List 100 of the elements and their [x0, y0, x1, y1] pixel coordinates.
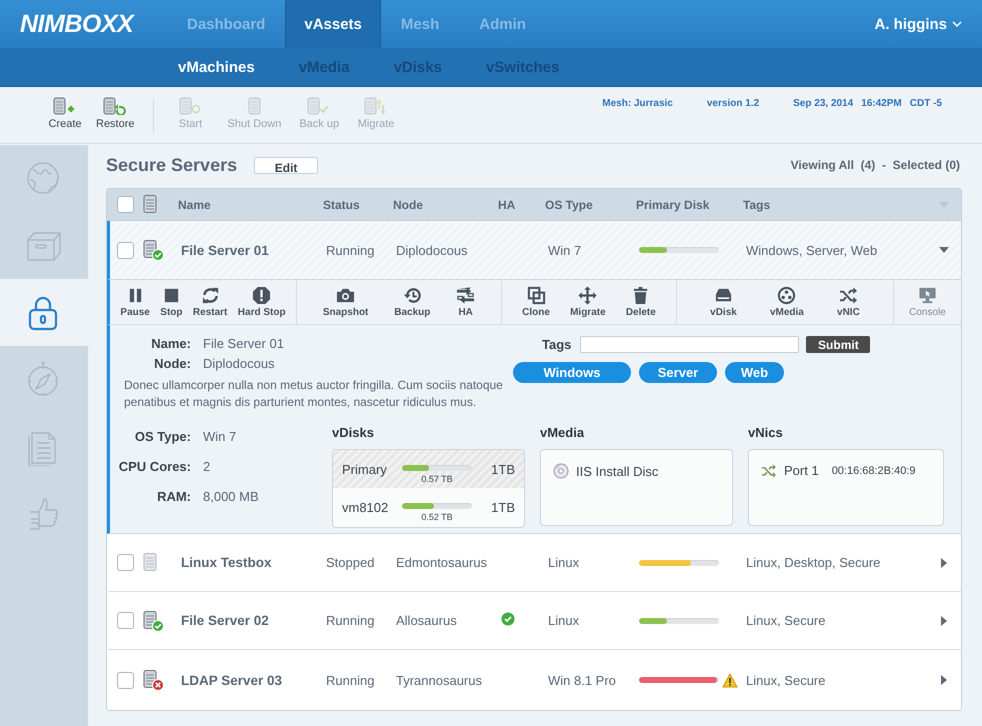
clone-button[interactable]: Clone: [522, 286, 550, 318]
section-heading: vDisks: [332, 425, 375, 440]
mesh-label: Mesh: Jurrasic: [602, 98, 673, 109]
tags-cell-text: Windows, Server, Web: [746, 242, 878, 258]
vdisk-size: 1TB: [491, 462, 515, 476]
column-header[interactable]: Node: [393, 198, 498, 212]
chevron-down-icon[interactable]: [952, 20, 962, 28]
server-icon: [103, 97, 128, 115]
server-icon: [248, 97, 261, 115]
caret-right-icon[interactable]: [941, 616, 947, 626]
tags-label: Tags: [542, 337, 572, 352]
caret-down-icon[interactable]: [939, 247, 949, 253]
checkbox[interactable]: [117, 242, 134, 258]
field-value: Win 7: [203, 429, 238, 444]
field-label: Name:: [150, 336, 191, 351]
create-button[interactable]: Create: [40, 87, 90, 130]
snapshot-button[interactable]: Snapshot: [322, 286, 368, 318]
status-cell-text: Running: [326, 242, 376, 258]
timezone-label: CDT -5: [910, 98, 942, 109]
server-name[interactable]: File Server 02: [181, 613, 326, 628]
vnic-button[interactable]: vNIC: [837, 286, 860, 318]
vdisk-row[interactable]: Primary 0.57 TB 1TB: [333, 450, 524, 488]
description: Donec ullamcorper nulla non metus auctor fringilla. Cum sociis natoque penatibus et magnis dis parturient montes, nascetur ridiculus mus.: [124, 377, 504, 411]
backup-button[interactable]: Backup: [394, 286, 430, 318]
move-arrows-icon: [578, 286, 598, 305]
hardstop-button[interactable]: Hard Stop: [238, 286, 286, 318]
column-header[interactable]: Tags: [743, 198, 927, 212]
stop-button[interactable]: Stop: [160, 286, 182, 318]
server-name[interactable]: File Server 01: [181, 242, 326, 258]
vmedia-name: IIS Install Disc: [576, 464, 658, 478]
server-name[interactable]: Linux Testbox: [181, 555, 326, 570]
disc-icon: [553, 463, 569, 479]
column-header[interactable]: Name: [178, 198, 323, 212]
checkbox[interactable]: [117, 554, 134, 571]
user-name[interactable]: A. higgins: [874, 16, 947, 32]
tags-cell-text: Linux, Secure: [746, 613, 826, 628]
node-cell-text: Tyrannosaurus: [396, 672, 483, 688]
field-label: RAM:: [156, 489, 191, 504]
server-name[interactable]: LDAP Server 03: [181, 672, 326, 688]
shuffle-icon: [761, 464, 777, 478]
date-label: Sep 23, 2014: [793, 98, 854, 109]
node-cell-text: Edmontosaurus: [396, 555, 488, 570]
vmedia-button[interactable]: vMedia: [770, 286, 804, 318]
os-cell-text: Win 7: [548, 242, 582, 258]
migrate-button[interactable]: Migrate: [570, 286, 606, 318]
server-icon: [53, 97, 77, 115]
delete-button[interactable]: Delete: [626, 286, 656, 318]
version-label: version 1.2: [706, 98, 760, 109]
vdisk-name: Primary: [342, 462, 388, 476]
vdisk-name: vm8102: [342, 500, 390, 514]
copy-icon: [526, 286, 546, 305]
history-icon: [402, 286, 422, 305]
tags-cell-text: Linux, Desktop, Secure: [746, 555, 882, 570]
caret-right-icon[interactable]: [941, 675, 947, 685]
selection-summary: Viewing All (4) - Selected (0): [790, 158, 960, 172]
column-header[interactable]: HA: [498, 198, 545, 212]
restore-button[interactable]: Restore: [90, 87, 141, 130]
column-header[interactable]: Status: [323, 198, 393, 212]
ha-button[interactable]: HA: [456, 286, 476, 318]
section-heading: vNics: [748, 425, 784, 440]
field-value: Diplodocous: [203, 356, 276, 371]
submit-button[interactable]: Submit: [806, 336, 870, 353]
column-header[interactable]: OS Type: [545, 198, 636, 212]
edit-button[interactable]: Edit: [254, 156, 318, 174]
tag-pill[interactable]: Web: [725, 362, 784, 383]
checkbox[interactable]: [117, 672, 134, 688]
sub-tab[interactable]: vMachines: [178, 58, 255, 76]
vdisk-row[interactable]: vm8102 0.52 TB 1TB: [333, 488, 524, 526]
tag-pill[interactable]: Server: [639, 362, 717, 383]
checkbox[interactable]: [117, 196, 134, 213]
os-cell-text: Linux: [548, 613, 580, 628]
status-cell-text: Stopped: [326, 555, 376, 570]
nav-tab[interactable]: vAssets: [285, 0, 381, 48]
column-header[interactable]: Primary Disk: [636, 198, 743, 212]
restart-button[interactable]: Restart: [192, 286, 228, 318]
camera-icon: [336, 286, 356, 305]
status-cell-text: Running: [326, 613, 376, 628]
field-value: 2: [203, 459, 212, 474]
field-value: File Server 01: [203, 336, 285, 351]
panel-title: Secure Servers: [106, 154, 238, 176]
refresh-icon: [200, 286, 220, 305]
vnic-name: Port 1: [784, 463, 819, 478]
pause-button[interactable]: Pause: [120, 286, 150, 318]
status-cell-text: Running: [326, 672, 376, 688]
field-label: CPU Cores:: [118, 459, 191, 474]
os-cell-text: Win 8.1 Pro: [548, 672, 617, 688]
section-heading: vMedia: [540, 425, 586, 440]
server-icon: [364, 97, 388, 115]
tag-pill[interactable]: Windows: [513, 362, 631, 383]
checkbox[interactable]: [117, 612, 134, 629]
caret-right-icon[interactable]: [941, 558, 947, 568]
vdisk-used: 0.57 TB: [421, 474, 453, 484]
logo: NIMBOXX: [19, 8, 136, 40]
field-label: OS Type:: [134, 429, 191, 444]
tags-input[interactable]: [580, 336, 800, 353]
vdisk-button[interactable]: vDisk: [710, 286, 737, 318]
server-icon: [307, 97, 332, 115]
tags-cell-text: Linux, Secure: [746, 672, 826, 688]
alert-octagon-icon: [252, 286, 272, 305]
mac-address: 00:16:68:2B:40:9: [832, 464, 916, 476]
